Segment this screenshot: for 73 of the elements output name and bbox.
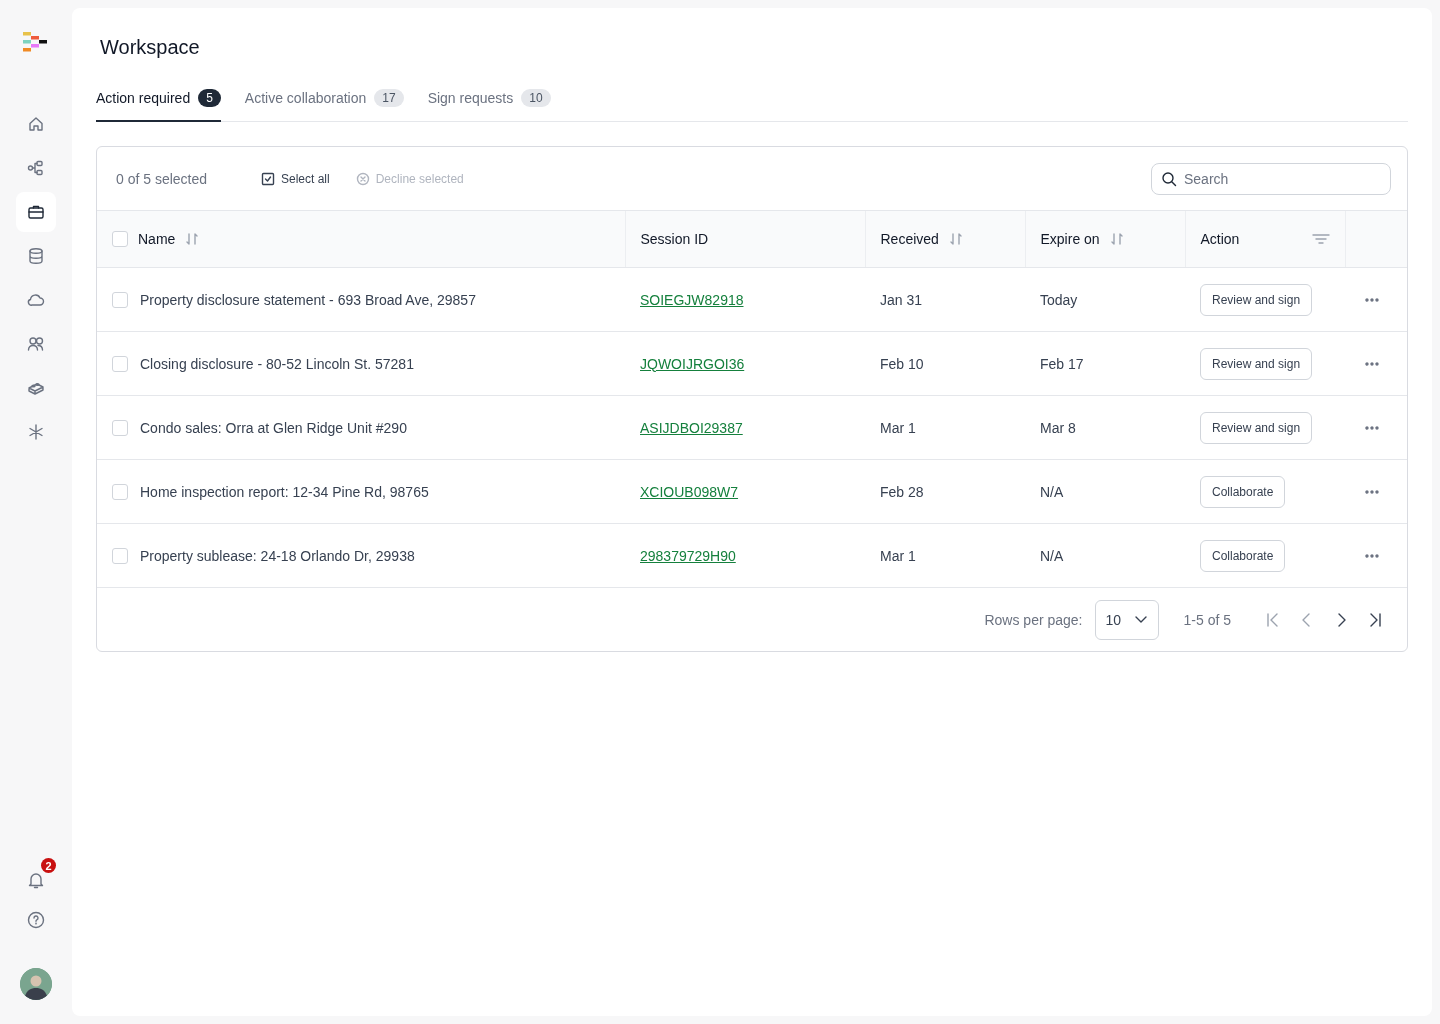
action-button[interactable]: Review and sign: [1200, 283, 1313, 316]
search-field[interactable]: Search: [1151, 162, 1391, 195]
expire-date: Feb 17: [1040, 355, 1084, 372]
checkbox[interactable]: [112, 483, 128, 500]
hierarchy-icon: [26, 158, 46, 178]
received-date: Jan 31: [880, 291, 923, 308]
session-id-link[interactable]: ASIJDBOI29387: [640, 419, 743, 436]
session-id-link[interactable]: JQWOIJRGOI36: [640, 355, 745, 372]
notifications-button[interactable]: 2: [16, 860, 56, 900]
expire-date: Today: [1040, 291, 1078, 308]
session-id-link[interactable]: XCIOUB098W7: [640, 483, 739, 500]
session-id-link[interactable]: SOIEGJW82918: [640, 291, 744, 308]
count-badge: 5: [198, 89, 221, 107]
bell-icon: [26, 870, 46, 890]
tab[interactable]: Sign requests 10: [427, 89, 551, 122]
more-icon: [1364, 360, 1380, 367]
checkbox[interactable]: [112, 291, 128, 308]
checkbox[interactable]: [112, 419, 128, 436]
more-icon: [1364, 488, 1380, 495]
tab[interactable]: Active collaboration 17: [244, 89, 404, 122]
help-icon: [26, 910, 46, 930]
received-date: Feb 28: [880, 483, 924, 500]
more-icon: [1364, 296, 1380, 303]
asterisk-icon: [26, 422, 46, 442]
checkbox[interactable]: [112, 231, 128, 247]
count-badge: 10: [521, 89, 551, 107]
page-range: 1-5 of 5: [1183, 611, 1231, 628]
rows-per-page-label: Rows per page:: [984, 611, 1083, 628]
sidebar-nav-item[interactable]: [16, 192, 56, 232]
filter-icon[interactable]: [1311, 232, 1330, 246]
action-button[interactable]: Collaborate: [1200, 475, 1286, 508]
checkbox-icon: [261, 171, 275, 186]
more-icon: [1364, 552, 1380, 559]
sort-icon[interactable]: [185, 232, 200, 246]
column-header[interactable]: Expire on: [1040, 231, 1100, 247]
expire-date: N/A: [1040, 483, 1064, 500]
document-name: Property sublease: 24-18 Orlando Dr, 29938: [140, 547, 415, 564]
select-all-button[interactable]: Select all: [261, 171, 330, 186]
selection-count: 0 of 5 selected: [116, 170, 209, 187]
logo-icon[interactable]: [23, 32, 49, 52]
database-icon: [26, 246, 46, 266]
notification-badge: 2: [41, 858, 56, 873]
rows-per-page-select[interactable]: 10: [1094, 599, 1159, 640]
action-button[interactable]: Review and sign: [1200, 411, 1313, 444]
more-icon: [1364, 424, 1380, 431]
tab[interactable]: Action required 5: [96, 89, 221, 122]
sort-icon[interactable]: [1109, 232, 1124, 246]
checkbox[interactable]: [112, 547, 128, 564]
expire-date: N/A: [1040, 547, 1064, 564]
expire-date: Mar 8: [1040, 419, 1076, 436]
users-icon: [26, 334, 46, 354]
column-header[interactable]: Received: [880, 231, 939, 247]
page-title: Workspace: [100, 36, 201, 59]
home-icon: [26, 114, 46, 134]
search-icon: [1161, 170, 1177, 187]
count-badge: 17: [374, 89, 404, 107]
received-date: Feb 10: [880, 355, 924, 372]
checkbox[interactable]: [112, 355, 128, 372]
action-button[interactable]: Review and sign: [1200, 347, 1313, 380]
sort-icon[interactable]: [948, 232, 963, 246]
column-header: Action: [1200, 231, 1240, 247]
received-date: Mar 1: [880, 419, 916, 436]
received-date: Mar 1: [880, 547, 916, 564]
document-name: Condo sales: Orra at Glen Ridge Unit #290: [140, 419, 407, 436]
document-name: Closing disclosure - 80-52 Lincoln St. 57281: [140, 355, 414, 372]
column-header[interactable]: Name: [138, 231, 176, 247]
document-name: Home inspection report: 12-34 Pine Rd, 98765: [140, 483, 429, 500]
document-name: Property disclosure statement - 693 Broad Ave, 29857: [140, 291, 476, 308]
user-avatar[interactable]: [20, 968, 52, 1000]
column-header: Session ID: [640, 231, 709, 247]
close-circle-icon: [355, 171, 370, 186]
session-id-link[interactable]: 298379729H90: [640, 547, 736, 564]
action-button[interactable]: Collaborate: [1200, 539, 1286, 572]
